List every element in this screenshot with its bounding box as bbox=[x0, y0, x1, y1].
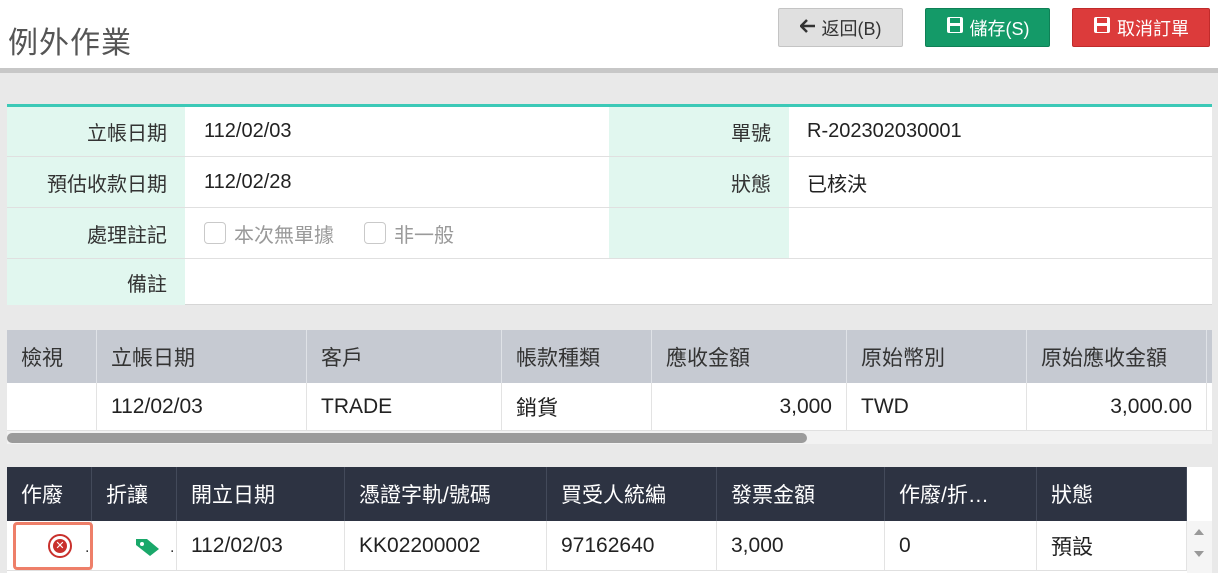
save-button[interactable]: 儲存(S) bbox=[925, 8, 1050, 47]
table-cell: 0 bbox=[885, 521, 1037, 570]
vertical-scrollbar[interactable] bbox=[1187, 521, 1212, 573]
ellipsis-icon: . bbox=[170, 539, 175, 556]
page-title: 例外作業 bbox=[8, 27, 132, 60]
column-header[interactable]: 作廢 bbox=[7, 467, 92, 521]
processing-note-options: 本次無單據 非一般 bbox=[204, 208, 604, 258]
cancel-order-button-label: 取消訂單 bbox=[1117, 18, 1189, 39]
expected-payment-date-label: 預估收款日期 bbox=[7, 157, 185, 207]
expected-payment-date-value: 112/02/28 bbox=[204, 170, 292, 193]
checkbox-box[interactable] bbox=[204, 222, 226, 244]
column-header[interactable]: 憑證字軌/號碼 bbox=[345, 467, 547, 521]
back-button[interactable]: 返回(B) bbox=[778, 8, 903, 47]
column-header[interactable]: 立帳日期 bbox=[97, 330, 307, 383]
form-row: 備註 bbox=[7, 259, 1212, 305]
record-form: 立帳日期 112/02/03 單號 R-202302030001 預估收款日期 … bbox=[7, 104, 1212, 305]
column-header[interactable]: 買受人統編 bbox=[547, 467, 717, 521]
empty-value bbox=[807, 208, 1207, 258]
form-row: 預估收款日期 112/02/28 狀態 已核決 bbox=[7, 157, 1212, 208]
no-document-label: 本次無單據 bbox=[234, 224, 334, 247]
horizontal-scrollbar[interactable] bbox=[7, 431, 1212, 444]
table-cell: 銷貨 bbox=[502, 383, 652, 430]
table-cell: 3,000.00 bbox=[1027, 383, 1207, 430]
column-header[interactable]: 開立日期 bbox=[177, 467, 345, 521]
non-general-label: 非一般 bbox=[394, 224, 454, 247]
form-row: 立帳日期 112/02/03 單號 R-202302030001 bbox=[7, 107, 1212, 157]
column-header[interactable]: 帳款種類 bbox=[502, 330, 652, 383]
column-header[interactable]: 原始幣別 bbox=[847, 330, 1027, 383]
table-cell: 112/02/03 bbox=[97, 383, 307, 430]
status-label: 狀態 bbox=[609, 157, 789, 207]
grid-header: 檢視 立帳日期 客戶 帳款種類 應收金額 原始幣別 原始應收金額 bbox=[7, 330, 1212, 383]
floppy-disk-icon bbox=[1093, 16, 1111, 39]
entry-date-label: 立帳日期 bbox=[7, 107, 185, 156]
non-general-checkbox[interactable]: 非一般 bbox=[364, 219, 454, 248]
column-header[interactable]: 應收金額 bbox=[652, 330, 847, 383]
scroll-up-icon[interactable] bbox=[1194, 529, 1204, 535]
floppy-disk-icon bbox=[946, 16, 964, 39]
back-button-label: 返回(B) bbox=[821, 18, 882, 39]
column-header[interactable]: 檢視 bbox=[7, 330, 97, 383]
table-cell: 3,000 bbox=[717, 521, 885, 570]
invoice-grid: 作廢 折讓 開立日期 憑證字軌/號碼 買受人統編 發票金額 作廢/折… 狀態 1… bbox=[7, 467, 1212, 573]
empty-label bbox=[609, 208, 789, 258]
column-header[interactable]: 原始應收金額 bbox=[1027, 330, 1207, 383]
column-header[interactable]: 發票金額 bbox=[717, 467, 885, 521]
table-cell: 預設 bbox=[1037, 521, 1187, 570]
table-cell: 97162640 bbox=[547, 521, 717, 570]
remarks-label: 備註 bbox=[7, 259, 185, 305]
checkbox-box[interactable] bbox=[364, 222, 386, 244]
grid-header: 作廢 折讓 開立日期 憑證字軌/號碼 買受人統編 發票金額 作廢/折… 狀態 bbox=[7, 467, 1187, 521]
table-cell: 3,000 bbox=[652, 383, 847, 430]
entry-date-value: 112/02/03 bbox=[204, 120, 292, 142]
form-row: 處理註記 本次無單據 非一般 bbox=[7, 208, 1212, 259]
processing-note-label: 處理註記 bbox=[7, 208, 185, 258]
column-header[interactable]: 客戶 bbox=[307, 330, 502, 383]
column-header[interactable]: 作廢/折… bbox=[885, 467, 1037, 521]
cancel-circle-icon[interactable]: ✕ bbox=[48, 534, 72, 558]
cancel-order-button[interactable]: 取消訂單 bbox=[1072, 8, 1210, 47]
arrow-left-icon bbox=[798, 17, 816, 38]
column-header[interactable]: 狀態 bbox=[1037, 467, 1187, 521]
tag-icon[interactable] bbox=[135, 537, 161, 562]
remarks-value[interactable] bbox=[204, 259, 1204, 305]
scrollbar-thumb[interactable] bbox=[7, 433, 807, 443]
save-button-label: 儲存(S) bbox=[969, 18, 1030, 39]
page-header: 例外作業 返回(B) 儲存(S) 取消訂單 bbox=[0, 0, 1218, 68]
header-divider bbox=[0, 68, 1218, 73]
table-row[interactable]: 112/02/03 KK02200002 97162640 3,000 0 預設 bbox=[7, 521, 1187, 571]
order-number-label: 單號 bbox=[609, 107, 789, 156]
no-document-checkbox[interactable]: 本次無單據 bbox=[204, 219, 334, 248]
status-value: 已核決 bbox=[807, 173, 867, 196]
scroll-down-icon[interactable] bbox=[1194, 551, 1204, 557]
table-cell: 112/02/03 bbox=[177, 521, 345, 570]
table-cell: TRADE bbox=[307, 383, 502, 430]
column-header[interactable]: 折讓 bbox=[92, 467, 177, 521]
ellipsis-icon: . bbox=[85, 539, 90, 556]
view-cell[interactable] bbox=[7, 383, 97, 430]
receivable-grid: 檢視 立帳日期 客戶 帳款種類 應收金額 原始幣別 原始應收金額 112/02/… bbox=[7, 330, 1212, 444]
order-number-value: R-202302030001 bbox=[807, 120, 962, 142]
table-cell: TWD bbox=[847, 383, 1027, 430]
table-cell: KK02200002 bbox=[345, 521, 547, 570]
table-row[interactable]: 112/02/03 TRADE 銷貨 3,000 TWD 3,000.00 bbox=[7, 383, 1212, 431]
